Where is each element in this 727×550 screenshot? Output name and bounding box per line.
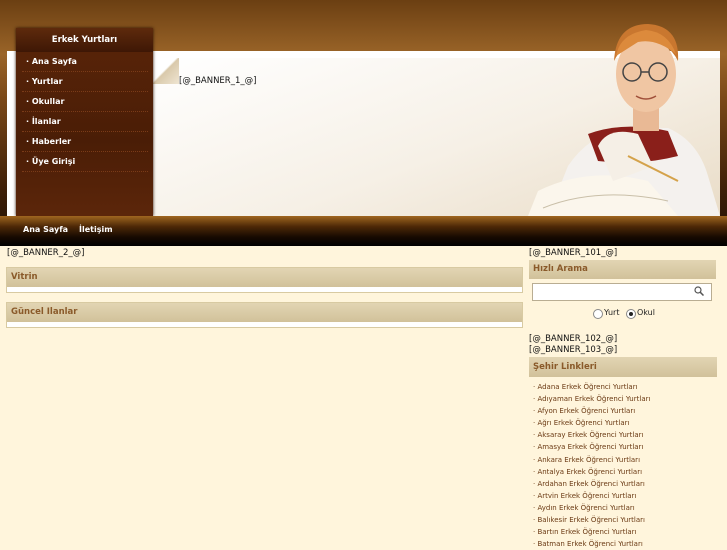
city-link[interactable]: Ağrı Erkek Öğrenci Yurtları (533, 417, 718, 429)
side-menu-item-schools[interactable]: · Okullar (22, 92, 148, 112)
city-link[interactable]: Ankara Erkek Öğrenci Yurtları (533, 454, 718, 466)
city-link[interactable]: Aydın Erkek Öğrenci Yurtları (533, 502, 718, 514)
city-link[interactable]: Batman Erkek Öğrenci Yurtları (533, 538, 718, 550)
banner-1: [@_BANNER_1_@] (179, 76, 257, 86)
page-curl-decoration (153, 58, 179, 84)
side-menu-item-home[interactable]: · Ana Sayfa (22, 52, 148, 72)
nav-bar: Ana Sayfa İletişim (0, 216, 727, 246)
city-link[interactable]: Ardahan Erkek Öğrenci Yurtları (533, 478, 718, 490)
radio-dormitory[interactable] (593, 309, 603, 319)
city-link[interactable]: Afyon Erkek Öğrenci Yurtları (533, 405, 718, 417)
city-link[interactable]: Artvin Erkek Öğrenci Yurtları (533, 490, 718, 502)
quick-search-title: Hızlı Arama (529, 260, 716, 279)
side-menu-item-news[interactable]: · Haberler (22, 132, 148, 152)
side-menu: Erkek Yurtları · Ana Sayfa · Yurtlar · O… (16, 28, 153, 216)
nav-link-home[interactable]: Ana Sayfa (23, 225, 68, 234)
city-link[interactable]: Balıkesir Erkek Öğrenci Yurtları (533, 514, 718, 526)
quick-search-input[interactable] (532, 283, 712, 301)
current-ads-title: Güncel Ilanlar (7, 303, 522, 322)
city-link[interactable]: Bartın Erkek Öğrenci Yurtları (533, 526, 718, 538)
radio-dormitory-label: Yurt (604, 308, 620, 317)
banner-101: [@_BANNER_101_@] (529, 248, 618, 258)
city-links-list: Adana Erkek Öğrenci Yurtları Adıyaman Er… (533, 381, 718, 550)
current-ads-box: Güncel Ilanlar (6, 302, 523, 328)
showcase-box: Vitrin (6, 267, 523, 293)
side-menu-title: Erkek Yurtları (16, 28, 153, 52)
banner-102: [@_BANNER_102_@] (529, 334, 618, 344)
city-link[interactable]: Antalya Erkek Öğrenci Yurtları (533, 466, 718, 478)
side-menu-item-member-login[interactable]: · Üye Girişi (22, 152, 148, 172)
nav-link-contact[interactable]: İletişim (79, 225, 113, 234)
side-menu-list: · Ana Sayfa · Yurtlar · Okullar · İlanla… (16, 52, 153, 172)
search-icon[interactable] (694, 286, 704, 296)
banner-2: [@_BANNER_2_@] (7, 248, 85, 258)
showcase-title: Vitrin (7, 268, 522, 287)
city-link[interactable]: Adıyaman Erkek Öğrenci Yurtları (533, 393, 718, 405)
banner-103: [@_BANNER_103_@] (529, 345, 618, 355)
student-illustration (528, 24, 720, 216)
side-menu-item-dormitories[interactable]: · Yurtlar (22, 72, 148, 92)
city-link[interactable]: Adana Erkek Öğrenci Yurtları (533, 381, 718, 393)
city-link[interactable]: Amasya Erkek Öğrenci Yurtları (533, 441, 718, 453)
radio-school-label: Okul (637, 308, 655, 317)
city-link[interactable]: Aksaray Erkek Öğrenci Yurtları (533, 429, 718, 441)
radio-school[interactable] (626, 309, 636, 319)
city-links-title: Şehir Linkleri (529, 357, 717, 377)
side-menu-item-ads[interactable]: · İlanlar (22, 112, 148, 132)
